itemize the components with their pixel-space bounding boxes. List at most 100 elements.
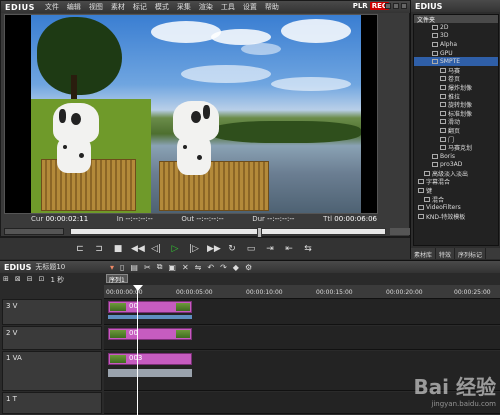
tree-item[interactable]: VideoFilters [414,203,498,212]
tree-item[interactable]: GPU [414,49,498,58]
menu-file[interactable]: 文件 [41,2,63,12]
menu-mode[interactable]: 模式 [151,2,173,12]
add-marker-icon[interactable]: ◆ [233,263,239,272]
copy-icon[interactable]: ⧉ [157,262,163,272]
tab-bin[interactable]: 素材库 [411,248,437,259]
menu-capture[interactable]: 采集 [173,2,195,12]
folder-icon [432,24,438,30]
zoom-level[interactable]: 1 秒 [51,275,65,299]
tree-item[interactable]: 字幕混合 [414,178,498,186]
tree-item[interactable]: 卷页 [414,75,498,83]
track-header-2v[interactable]: 2 V [2,326,102,350]
tree-item[interactable]: Alpha [414,40,498,49]
insert-icon[interactable]: ⇥ [264,244,276,254]
scrub-right-control[interactable] [390,228,410,235]
redo-icon[interactable]: ↷ [220,263,227,272]
in-point-icon[interactable]: ⊏ [74,244,86,254]
timeline-ruler[interactable]: 00:00:00:00 00:00:05:00 00:00:10:00 00:0… [104,285,500,299]
step-forward-icon[interactable]: |▷ [188,244,200,254]
tree-item[interactable]: Boris [414,152,498,161]
open-project-icon[interactable]: ▯ [120,263,124,272]
tree-item[interactable]: 推拉 [414,92,498,101]
track-header-1t[interactable]: 1 T [2,392,102,414]
sync-icon[interactable]: ⊡ [39,275,45,299]
tree-item[interactable]: pro3AD [414,161,498,170]
ripple-icon[interactable]: ⇋ [195,263,202,272]
tree-item[interactable]: 2D [414,23,498,32]
transition-icon [440,119,446,125]
tree-item[interactable]: 门 [414,135,498,144]
menu-render[interactable]: 渲染 [195,2,217,12]
playhead-handle[interactable] [133,285,143,291]
save-icon[interactable]: ▤ [130,263,138,272]
folder-icon [418,188,424,194]
track-3v[interactable]: 00 [104,299,500,325]
menu-view[interactable]: 视图 [85,2,107,12]
tree-item[interactable]: 混合 [414,195,498,204]
sequence-tab[interactable]: 序列1 [106,274,128,284]
cut-icon[interactable]: ✂ [144,263,151,272]
menu-edit[interactable]: 编辑 [63,2,85,12]
timeline-clip[interactable]: 00 [108,328,192,340]
rewind-icon[interactable]: ◀◀ [131,244,145,254]
track-2v[interactable]: 00 [104,326,500,350]
clip-thumbnail [110,303,126,311]
timeline-clip[interactable]: 003 [108,353,192,365]
minimize-icon[interactable] [385,3,391,9]
replace-icon[interactable]: ⇆ [302,244,314,254]
tree-item[interactable]: 翻页 [414,126,498,135]
link-icon[interactable]: ⊟ [27,275,33,299]
tree-item-selected[interactable]: SMPTE [414,57,498,66]
stop-icon[interactable]: ■ [112,244,124,254]
delete-icon[interactable]: ✕ [182,263,189,272]
out-point-icon[interactable]: ⊐ [93,244,105,254]
output-icon[interactable]: ▭ [245,244,257,254]
in-timecode: In --:--:--:-- [116,215,153,223]
menu-settings[interactable]: 设置 [239,2,261,12]
undo-icon[interactable]: ↶ [207,263,214,272]
mixer-bar[interactable] [108,315,192,319]
window-buttons [385,3,407,9]
tab-effects[interactable]: 特效 [436,248,456,259]
tree-item[interactable]: 滑动 [414,118,498,126]
paste-icon[interactable]: ▣ [168,263,176,272]
tree-item[interactable]: 3D [414,32,498,41]
maximize-icon[interactable] [393,3,399,9]
shuttle-slider[interactable] [4,228,64,235]
tree-item[interactable]: KND-特效模板 [414,212,498,221]
new-sequence-icon[interactable]: ▾ [110,263,114,272]
ruler-tick: 00:00:20:00 [386,289,423,296]
tree-item[interactable]: 标准划像 [414,109,498,118]
menu-help[interactable]: 帮助 [261,2,283,12]
tree-item[interactable]: 爆炸划像 [414,83,498,92]
effects-tree[interactable]: 文件夹 2D 3D Alpha GPU SMPTE 马赛 卷页 爆炸划像 推拉 … [413,14,499,246]
tree-item[interactable]: 旋转划像 [414,100,498,109]
audio-clip[interactable] [108,369,192,377]
tree-item[interactable]: 高级淡入淡出 [414,169,498,178]
timeline-clip[interactable]: 00 [108,301,192,313]
plr-label[interactable]: PLR [351,2,370,10]
tree-item[interactable]: 马赛克划 [414,143,498,152]
close-icon[interactable] [401,3,407,9]
track-header-3v[interactable]: 3 V [2,299,102,325]
tree-item[interactable]: 键 [414,186,498,195]
fast-forward-icon[interactable]: ▶▶ [207,244,221,254]
tree-item[interactable]: 马赛 [414,66,498,75]
overwrite-icon[interactable]: ⇤ [283,244,295,254]
group-icon[interactable]: ⊠ [15,275,21,299]
play-icon[interactable]: ▷ [169,244,181,254]
position-slider[interactable] [70,227,386,238]
tab-sequence-markers[interactable]: 序列标记 [455,248,487,259]
menu-clip[interactable]: 素材 [107,2,129,12]
menu-marker[interactable]: 标记 [129,2,151,12]
snap-icon[interactable]: ⊞ [3,275,9,299]
step-back-icon[interactable]: ◁| [150,244,162,254]
menu-tools[interactable]: 工具 [217,2,239,12]
plr-rec-switch[interactable]: PLR REC [351,2,389,10]
folder-icon [424,196,430,202]
scrub-row [4,227,410,238]
loop-icon[interactable]: ↻ [226,244,238,254]
track-header-1va[interactable]: 1 VA [2,351,102,391]
playhead[interactable] [137,285,138,415]
settings-icon[interactable]: ⚙ [245,263,252,272]
